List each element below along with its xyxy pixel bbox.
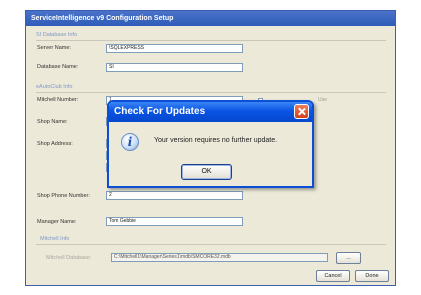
server-name-field[interactable]: \SQLEXPRESS bbox=[106, 44, 243, 53]
si-database-section-title: SI Database Info bbox=[36, 32, 77, 38]
shop-name-label: Shop Name: bbox=[37, 119, 68, 125]
si-database-divider bbox=[36, 40, 386, 41]
cancel-button[interactable]: Cancel bbox=[316, 270, 350, 282]
manager-name-field[interactable]: Tom Gebbie bbox=[106, 217, 243, 226]
autoclub-divider bbox=[36, 92, 386, 93]
dialog-titlebar: Check For Updates bbox=[109, 102, 312, 122]
shop-address-label: Shop Address: bbox=[37, 141, 73, 147]
check-for-updates-dialog: Check For Updates i Your version require… bbox=[107, 100, 314, 188]
manager-name-label: Manager Name: bbox=[37, 219, 77, 225]
autoclub-section-title: eAutoClub Info bbox=[36, 84, 73, 90]
database-name-label: Database Name: bbox=[37, 64, 79, 70]
dialog-title: Check For Updates bbox=[114, 106, 206, 117]
ok-button[interactable]: OK bbox=[181, 164, 232, 180]
mitchell-section-title: Mitchell Info bbox=[40, 236, 70, 242]
close-icon[interactable] bbox=[294, 104, 309, 119]
browse-button[interactable]: ... bbox=[336, 252, 361, 264]
info-icon: i bbox=[121, 133, 139, 151]
done-button[interactable]: Done bbox=[355, 270, 389, 282]
dialog-message: Your version requires no further update. bbox=[154, 137, 278, 144]
mitchell-number-label: Mitchell Number: bbox=[37, 97, 79, 103]
window-title: ServiceIntelligence v9 Configuration Set… bbox=[26, 11, 395, 26]
mitchell-divider bbox=[36, 244, 386, 245]
shop-phone-field[interactable]: 2 bbox=[106, 191, 243, 200]
use-checkbox-label: Use bbox=[318, 97, 327, 103]
mitchell-database-field[interactable]: C:\Mitchell1\Manager\Series1\mdb\SMCORE3… bbox=[111, 253, 328, 262]
server-name-label: Server Name: bbox=[37, 45, 71, 51]
shop-phone-label: Shop Phone Number: bbox=[37, 193, 90, 199]
mitchell-database-label: Mitchell Database: bbox=[46, 255, 92, 261]
database-name-field[interactable]: SI bbox=[106, 63, 243, 72]
